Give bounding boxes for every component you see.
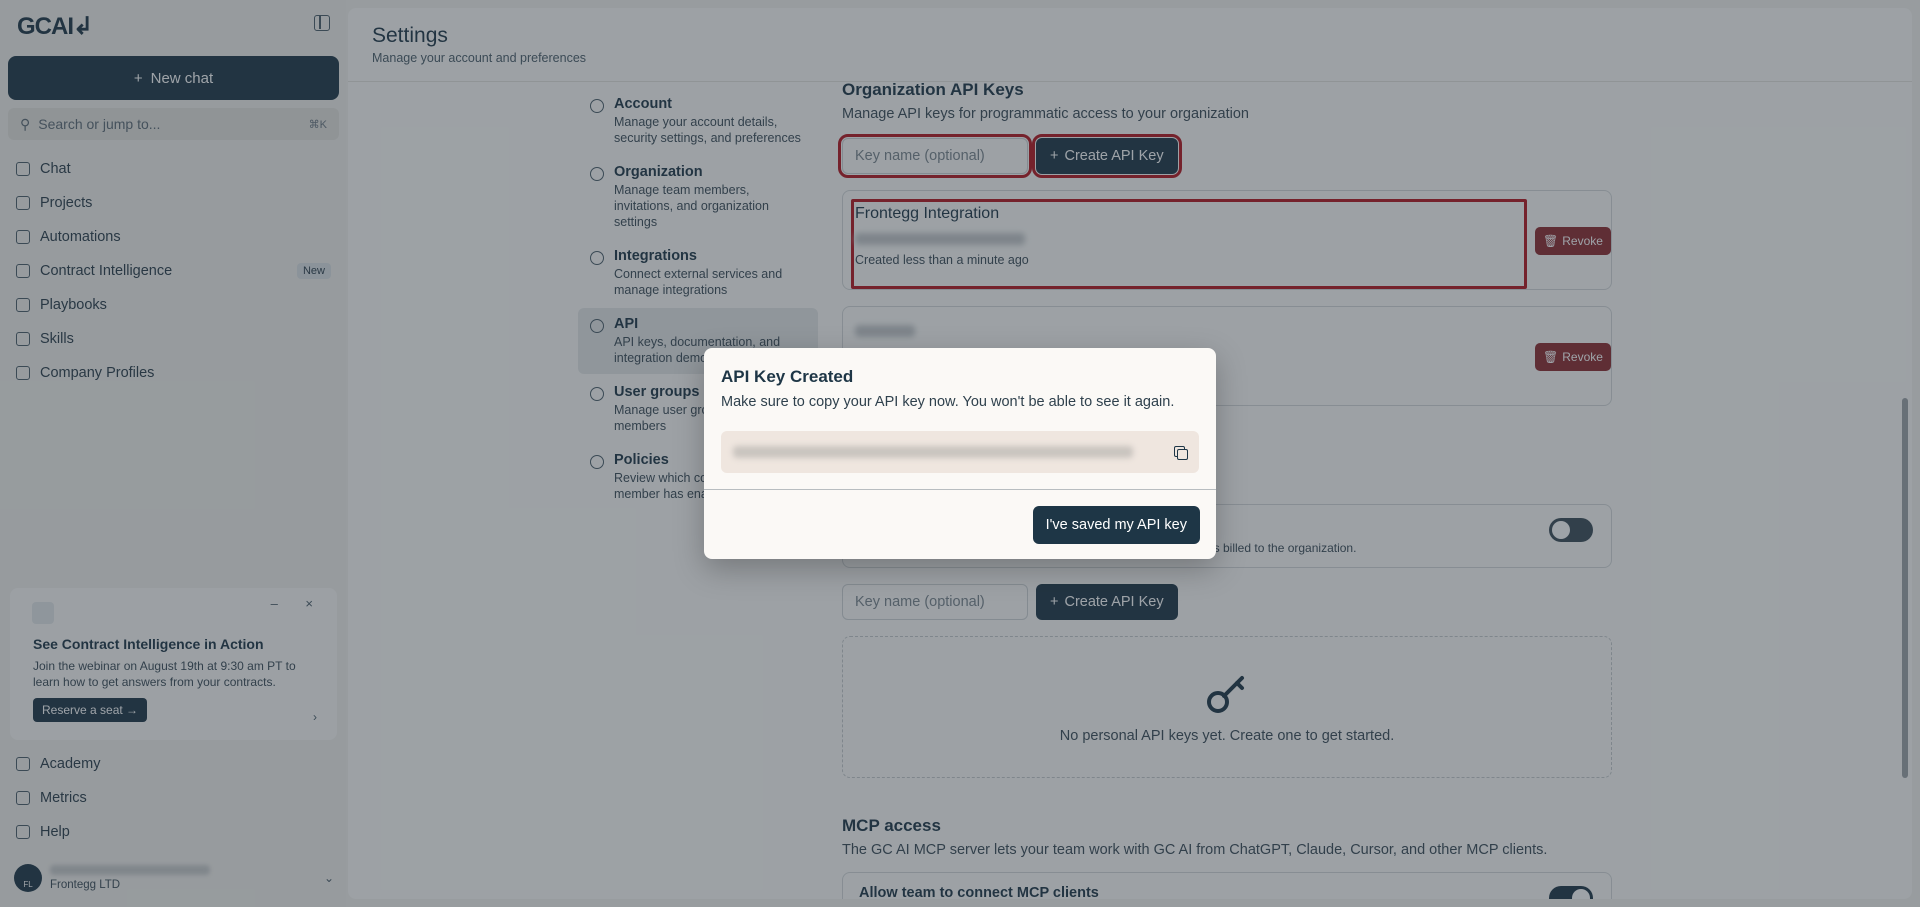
dialog-divider (704, 489, 1216, 490)
saved-api-key-button[interactable]: I've saved my API key (1032, 506, 1200, 544)
dialog-title: API Key Created (721, 367, 854, 386)
app-root: GCAI↲ + New chat ⚲ Search or jump to... … (0, 0, 1920, 907)
copy-icon[interactable] (1171, 443, 1189, 461)
api-key-value-redacted (733, 446, 1133, 458)
api-key-created-dialog: API Key Created Make sure to copy your A… (704, 348, 1216, 559)
dialog-desc: Make sure to copy your API key now. You … (721, 394, 1175, 410)
api-key-display (721, 431, 1199, 473)
